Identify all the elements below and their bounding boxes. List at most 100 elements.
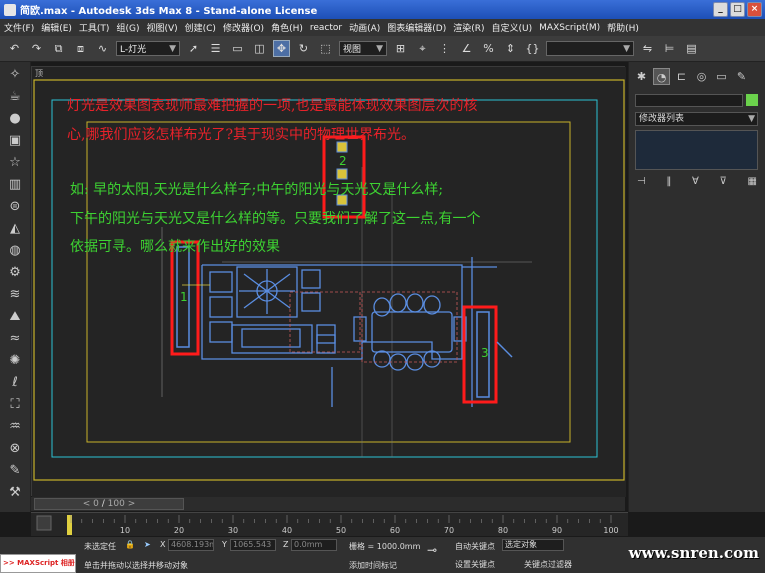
object-name-field[interactable] xyxy=(635,94,743,107)
named-selection-dropdown[interactable]: ▼ xyxy=(546,41,634,56)
y-coordinate-field[interactable]: 1065.543 xyxy=(230,539,276,551)
bone-icon[interactable]: ⊗ xyxy=(4,440,26,458)
maxscript-listener[interactable]: >> MAXScript 相册 xyxy=(0,554,76,573)
spinner-snap-icon[interactable]: ⇕ xyxy=(502,40,519,57)
menu-reactor[interactable]: reactor xyxy=(310,23,342,33)
menu-rendering[interactable]: 渲染(R) xyxy=(453,21,484,34)
z-coordinate-field[interactable]: 0.0mm xyxy=(291,539,337,551)
left-command-toolbar: ✧ ☕ ● ▣ ☆ ▥ ⊜ ◭ ◍ ⚙ ≋ ⛰ ≈ ✺ ℓ ⛶ ♒ ⊗ ✎ ⚒ xyxy=(0,62,31,512)
maximize-button[interactable]: □ xyxy=(730,2,745,17)
redo-icon[interactable]: ↷ xyxy=(28,40,45,57)
helper-icon[interactable]: ◭ xyxy=(4,220,26,238)
bind-space-warp-icon[interactable]: ∿ xyxy=(94,40,111,57)
utilities-tab-icon[interactable]: ✎ xyxy=(733,68,750,85)
mirror-icon[interactable]: ⇋ xyxy=(639,40,656,57)
auto-key-button[interactable]: 自动关键点 xyxy=(455,541,495,552)
viewport-label: 顶 xyxy=(35,69,43,78)
hose-icon[interactable]: ≋ xyxy=(4,286,26,304)
pivot-center-icon[interactable]: ⊞ xyxy=(392,40,409,57)
menu-edit[interactable]: 编辑(E) xyxy=(41,21,72,34)
track-bar[interactable]: 10 20 30 40 50 60 70 80 90 100 xyxy=(31,512,628,536)
wave-icon[interactable]: ≈ xyxy=(4,330,26,348)
create-tab-icon[interactable]: ✱ xyxy=(633,68,650,85)
menu-create[interactable]: 创建(C) xyxy=(185,21,216,34)
modify-tab-icon[interactable]: ◔ xyxy=(653,68,670,85)
cylinder-icon[interactable]: ⊜ xyxy=(4,198,26,216)
key-filters-button[interactable]: 关键点过滤器 xyxy=(524,559,572,570)
set-key-button[interactable]: 设置关键点 xyxy=(455,559,495,570)
edit-named-selection-icon[interactable]: {} xyxy=(524,40,541,57)
select-move-icon[interactable]: ✥ xyxy=(273,40,290,57)
menu-group[interactable]: 组(G) xyxy=(116,21,139,34)
modifier-stack[interactable] xyxy=(635,130,758,170)
menu-graph-editors[interactable]: 图表编辑器(D) xyxy=(387,21,446,34)
undo-icon[interactable]: ↶ xyxy=(6,40,23,57)
star-icon[interactable]: ☆ xyxy=(4,154,26,172)
select-object-icon[interactable]: ➚ xyxy=(185,40,202,57)
add-time-tag[interactable]: 添加时间标记 xyxy=(349,560,397,571)
angle-snap-icon[interactable]: ∠ xyxy=(458,40,475,57)
unlink-icon[interactable]: ⧈ xyxy=(72,40,89,57)
x-coordinate-field[interactable]: 4608.193m xyxy=(168,539,214,551)
wrench-icon[interactable]: ⚒ xyxy=(4,484,26,502)
particles-icon[interactable]: ✺ xyxy=(4,352,26,370)
absolute-mode-icon[interactable]: ➤ xyxy=(144,540,151,549)
menu-file[interactable]: 文件(F) xyxy=(4,21,34,34)
object-color-swatch[interactable] xyxy=(746,94,758,106)
menu-tools[interactable]: 工具(T) xyxy=(79,21,110,34)
snap-toggle-icon[interactable]: ⋮ xyxy=(436,40,453,57)
spring-icon[interactable]: ℓ xyxy=(4,374,26,392)
pin-stack-icon[interactable]: ⊣ xyxy=(637,176,646,187)
menu-maxscript[interactable]: MAXScript(M) xyxy=(539,23,600,33)
terrain-icon[interactable]: ⛰ xyxy=(4,308,26,326)
ruler-tick-label: 10 xyxy=(120,526,130,535)
window-crossing-icon[interactable]: ◫ xyxy=(251,40,268,57)
layer-manager-icon[interactable]: ▤ xyxy=(683,40,700,57)
menu-modifiers[interactable]: 修改器(O) xyxy=(223,21,264,34)
top-viewport[interactable]: 顶 1 2 3 灯光是效果图表现师最难把握的一项,也是最能体现效果图层次的核 心… xyxy=(31,66,626,497)
menu-animation[interactable]: 动画(A) xyxy=(349,21,380,34)
ruler-tick-label: 60 xyxy=(390,526,400,535)
select-scale-icon[interactable]: ⬚ xyxy=(317,40,334,57)
remove-modifier-icon[interactable]: ⊽ xyxy=(720,176,727,187)
tube-icon[interactable]: ◍ xyxy=(4,242,26,260)
utility-icon[interactable]: ✎ xyxy=(4,462,26,480)
display-tab-icon[interactable]: ▭ xyxy=(713,68,730,85)
hierarchy-tab-icon[interactable]: ⊏ xyxy=(673,68,690,85)
app-logo-icon xyxy=(4,3,16,16)
key-icon[interactable]: ⊸ xyxy=(427,543,437,557)
gear-icon[interactable]: ⚙ xyxy=(4,264,26,282)
key-selection-dropdown[interactable]: 选定对象 xyxy=(502,539,564,551)
close-button[interactable]: × xyxy=(747,2,762,17)
cloth-icon[interactable]: ⛶ xyxy=(4,396,26,414)
time-slider[interactable]: < 0 / 100 > xyxy=(34,498,184,510)
select-by-name-icon[interactable]: ☰ xyxy=(207,40,224,57)
configure-sets-icon[interactable]: ▦ xyxy=(748,176,757,187)
link-icon[interactable]: ⧉ xyxy=(50,40,67,57)
make-unique-icon[interactable]: ∀ xyxy=(692,176,699,187)
menu-character[interactable]: 角色(H) xyxy=(271,21,303,34)
sphere-icon[interactable]: ● xyxy=(4,110,26,128)
lock-icon[interactable]: 🔒 xyxy=(125,540,135,549)
align-icon[interactable]: ⊨ xyxy=(661,40,678,57)
box-icon[interactable]: ▣ xyxy=(4,132,26,150)
menu-views[interactable]: 视图(V) xyxy=(146,21,177,34)
reference-coord-dropdown[interactable]: 视图 ▼ xyxy=(339,41,387,56)
annotation-green-line-1: 如: 早的太阳,天光是什么样子;中午的阳光与天光又是什么样; xyxy=(70,182,444,198)
hair-icon[interactable]: ♒ xyxy=(4,418,26,436)
track-bar-toggle[interactable] xyxy=(36,515,52,531)
selection-filter-dropdown[interactable]: L-灯光 ▼ xyxy=(116,41,180,56)
teapot-icon[interactable]: ☕ xyxy=(4,88,26,106)
rect-selection-icon[interactable]: ▭ xyxy=(229,40,246,57)
menu-help[interactable]: 帮助(H) xyxy=(607,21,639,34)
lights-cameras-icon[interactable]: ✧ xyxy=(4,66,26,84)
menu-customize[interactable]: 自定义(U) xyxy=(492,21,533,34)
select-rotate-icon[interactable]: ↻ xyxy=(295,40,312,57)
modifier-list-dropdown[interactable]: 修改器列表 ▼ xyxy=(635,112,758,126)
show-end-result-icon[interactable]: ‖ xyxy=(666,176,671,187)
axis-constraint-icon[interactable]: ⌖ xyxy=(414,40,431,57)
motion-tab-icon[interactable]: ◎ xyxy=(693,68,710,85)
minimize-button[interactable]: _ xyxy=(713,2,728,17)
percent-snap-icon[interactable]: % xyxy=(480,40,497,57)
door-icon[interactable]: ▥ xyxy=(4,176,26,194)
